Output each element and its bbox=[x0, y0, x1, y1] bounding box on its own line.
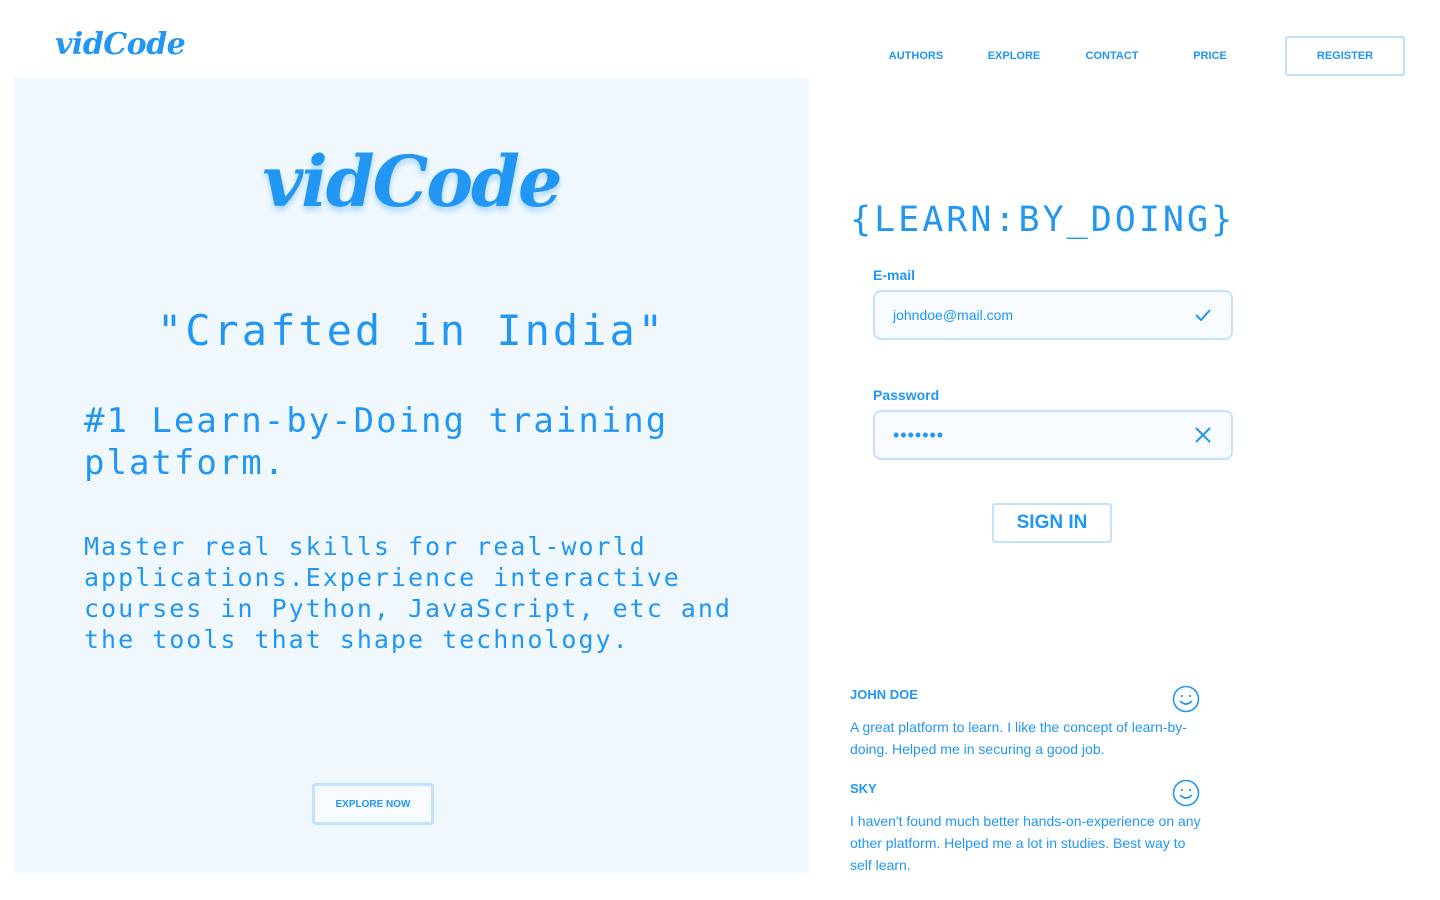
hero-logo: vidCode bbox=[262, 140, 562, 223]
review-text: A great platform to learn. I like the co… bbox=[850, 719, 1187, 757]
review-author: JOHN DOE bbox=[850, 687, 918, 702]
password-label: Password bbox=[873, 387, 940, 403]
nav-price-link[interactable]: PRICE bbox=[1161, 50, 1259, 62]
nav-explore-link[interactable]: EXPLORE bbox=[965, 50, 1063, 62]
nav-contact-link[interactable]: CONTACT bbox=[1063, 50, 1161, 62]
hero-description: Master real skills for real-world applic… bbox=[84, 532, 732, 654]
nav-authors-link[interactable]: AUTHORS bbox=[867, 50, 965, 62]
top-nav: AUTHORS EXPLORE CONTACT PRICE REGISTER bbox=[867, 36, 1405, 76]
review-author: SKY bbox=[850, 781, 877, 796]
close-icon[interactable] bbox=[1193, 425, 1213, 445]
review-text: I haven't found much better hands-on-exp… bbox=[850, 813, 1201, 873]
hero-panel: vidCode "Crafted in India" #1 Learn-by-D… bbox=[14, 78, 809, 873]
password-value[interactable]: ••••••• bbox=[893, 425, 1193, 446]
email-value[interactable]: johndoe@mail.com bbox=[893, 307, 1193, 323]
smiley-icon bbox=[1172, 779, 1200, 807]
hero-tagline: "Crafted in India" bbox=[156, 306, 667, 355]
smiley-icon bbox=[1172, 685, 1200, 713]
sign-in-button[interactable]: SIGN IN bbox=[992, 503, 1112, 543]
hero-headline: #1 Learn-by-Doing training platform. bbox=[84, 401, 669, 483]
password-field[interactable]: ••••••• bbox=[873, 410, 1233, 460]
check-icon bbox=[1193, 305, 1213, 325]
explore-now-button[interactable]: EXPLORE NOW bbox=[312, 783, 434, 825]
register-button[interactable]: REGISTER bbox=[1285, 36, 1405, 76]
login-title: {LEARN:BY_DOING} bbox=[850, 200, 1236, 240]
email-field[interactable]: johndoe@mail.com bbox=[873, 290, 1233, 340]
header-logo[interactable]: vidCode bbox=[55, 27, 186, 62]
email-label: E-mail bbox=[873, 267, 916, 283]
